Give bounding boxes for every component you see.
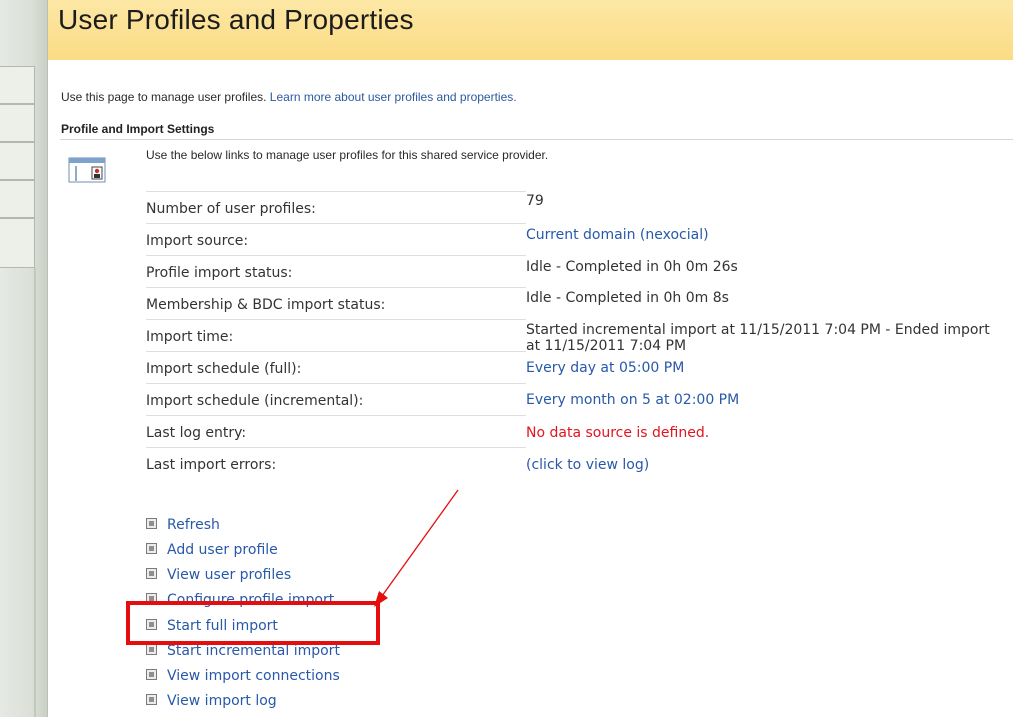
prop-row: Import source: — [146, 223, 526, 256]
import-source-link[interactable]: Current domain (nexocial) — [526, 227, 1006, 243]
prop-label: Last log entry: — [146, 425, 247, 441]
prop-value: 79 — [526, 193, 544, 209]
intro-text: Use this page to manage user profiles. — [61, 90, 267, 104]
view-user-profiles-link[interactable]: View user profiles — [146, 567, 291, 587]
action-label: View import log — [167, 693, 277, 709]
action-label: Add user profile — [167, 542, 278, 558]
bullet-icon — [146, 568, 157, 579]
incremental-schedule-link[interactable]: Every month on 5 at 02:00 PM — [526, 392, 1006, 408]
section-description: Use the below links to manage user profi… — [146, 148, 549, 162]
bullet-icon — [146, 518, 157, 529]
prop-label: Last import errors: — [146, 457, 277, 473]
prop-row: Import schedule (incremental): — [146, 383, 526, 416]
prop-label: Import time: — [146, 329, 234, 345]
prop-label: Import schedule (incremental): — [146, 393, 364, 409]
action-label: View user profiles — [167, 567, 292, 583]
prop-row: Profile import status: — [146, 255, 526, 288]
bullet-icon — [146, 694, 157, 705]
nav-tab-4[interactable] — [0, 180, 35, 218]
nav-edge — [34, 268, 36, 717]
page-title: User Profiles and Properties — [58, 4, 414, 35]
prop-row: Membership & BDC import status: — [146, 287, 526, 320]
section-title: Profile and Import Settings — [61, 122, 215, 136]
prop-row: Last import errors: — [146, 447, 526, 480]
intro-line: Use this page to manage user profiles. L… — [61, 90, 517, 104]
left-navigation — [0, 0, 48, 717]
action-label: Refresh — [167, 517, 220, 533]
profile-settings-icon — [68, 157, 106, 183]
bullet-icon — [146, 543, 157, 554]
highlight-box — [126, 601, 380, 645]
action-label: Start incremental import — [167, 643, 340, 659]
prop-row: Number of user profiles: — [146, 191, 526, 224]
action-label: View import connections — [167, 668, 340, 684]
nav-tab-3[interactable] — [0, 142, 35, 180]
prop-row: Import schedule (full): — [146, 351, 526, 384]
nav-tab-2[interactable] — [0, 104, 35, 142]
view-import-connections-link[interactable]: View import connections — [146, 668, 340, 688]
prop-row: Import time: — [146, 319, 526, 352]
section-divider — [60, 139, 1013, 140]
prop-label: Profile import status: — [146, 265, 293, 281]
view-log-link[interactable]: (click to view log) — [526, 457, 1006, 473]
annotation-arrow-icon — [374, 489, 459, 607]
view-import-log-link[interactable]: View import log — [146, 693, 277, 713]
log-entry-error: No data source is defined. — [526, 425, 710, 441]
prop-value: Idle - Completed in 0h 0m 8s — [526, 290, 729, 306]
nav-tab-1[interactable] — [0, 66, 35, 104]
prop-label: Number of user profiles: — [146, 201, 316, 217]
learn-more-link[interactable]: Learn more about user profiles and prope… — [270, 90, 517, 104]
bullet-icon — [146, 644, 157, 655]
prop-label: Import source: — [146, 233, 249, 249]
title-bar: User Profiles and Properties — [48, 0, 1013, 60]
prop-value: Idle - Completed in 0h 0m 26s — [526, 259, 738, 275]
prop-row: Last log entry: — [146, 415, 526, 448]
start-incremental-import-link[interactable]: Start incremental import — [146, 643, 340, 663]
nav-tab-5[interactable] — [0, 218, 35, 268]
prop-label: Import schedule (full): — [146, 361, 302, 377]
full-schedule-link[interactable]: Every day at 05:00 PM — [526, 360, 1006, 376]
bullet-icon — [146, 669, 157, 680]
add-user-profile-link[interactable]: Add user profile — [146, 542, 278, 562]
prop-label: Membership & BDC import status: — [146, 297, 386, 313]
refresh-link[interactable]: Refresh — [146, 517, 220, 537]
prop-value: Started incremental import at 11/15/2011… — [526, 322, 990, 354]
